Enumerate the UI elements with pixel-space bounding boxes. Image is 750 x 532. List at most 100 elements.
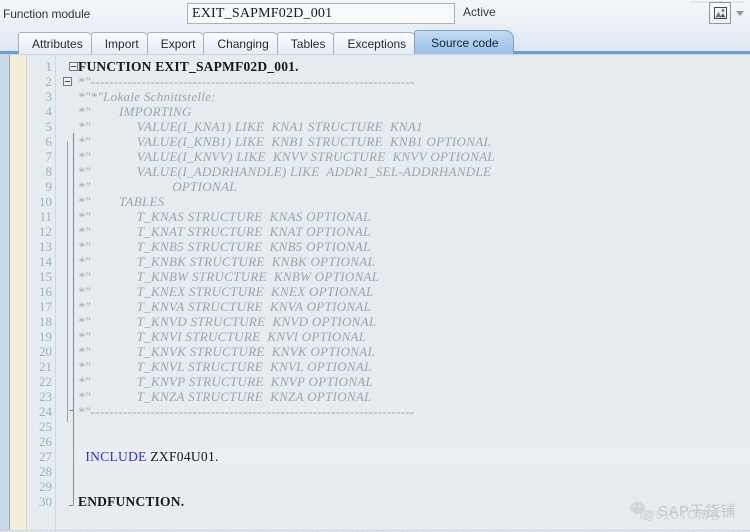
- code-line[interactable]: ENDFUNCTION.: [78, 494, 750, 509]
- line-number-row: 26: [27, 434, 56, 449]
- code-line[interactable]: [78, 434, 750, 449]
- code-line[interactable]: *" IMPORTING: [78, 104, 750, 119]
- code-line[interactable]: [78, 464, 750, 479]
- line-number-row: 16: [27, 284, 56, 299]
- line-number: 24: [39, 404, 52, 419]
- code-line[interactable]: *"--------------------------------------…: [78, 404, 750, 419]
- line-number: 21: [39, 359, 52, 374]
- code-segment-cmt: *"--------------------------------------…: [78, 404, 415, 419]
- code-line[interactable]: *" T_KNBW STRUCTURE KNBW OPTIONAL: [78, 269, 750, 284]
- line-number-row: 27: [27, 449, 56, 464]
- code-line[interactable]: *" T_KNVA STRUCTURE KNVA OPTIONAL: [78, 299, 750, 314]
- line-number-row: 20: [27, 344, 56, 359]
- line-number-row: 15: [27, 269, 56, 284]
- function-module-name-input[interactable]: [187, 3, 455, 24]
- code-line[interactable]: *" T_KNB5 STRUCTURE KNB5 OPTIONAL: [78, 239, 750, 254]
- line-number: 13: [39, 239, 52, 254]
- line-number: 2: [45, 74, 53, 89]
- line-number: 10: [39, 194, 52, 209]
- code-line[interactable]: *" T_KNAS STRUCTURE KNAS OPTIONAL: [78, 209, 750, 224]
- code-line[interactable]: *"--------------------------------------…: [78, 74, 750, 89]
- line-number-row: 21: [27, 359, 56, 374]
- code-line[interactable]: *" T_KNZA STRUCTURE KNZA OPTIONAL: [78, 389, 750, 404]
- fold-toggle-line-1[interactable]: [69, 62, 78, 71]
- fold-toggle-line-2[interactable]: [63, 77, 72, 86]
- line-number: 25: [39, 419, 52, 434]
- code-segment-kw: FUNCTION: [78, 59, 156, 74]
- line-number-row: 5: [27, 119, 56, 134]
- code-segment-cmt: *" T_KNBW STRUCTURE KNBW OPTIONAL: [78, 269, 380, 284]
- line-number: 5: [45, 119, 53, 134]
- fold-end-marker-line-24: [69, 410, 74, 411]
- line-number: 11: [39, 209, 52, 224]
- line-number-row: 24: [27, 404, 56, 419]
- code-line[interactable]: *" VALUE(I_ADDRHANDLE) LIKE ADDR1_SEL-AD…: [78, 164, 750, 179]
- code-line[interactable]: *" T_KNBK STRUCTURE KNBK OPTIONAL: [78, 254, 750, 269]
- code-segment-kw: EXIT_SAPMF02D_001.: [155, 59, 299, 74]
- line-number-row: 12: [27, 224, 56, 239]
- code-segment-cmt: *" T_KNBK STRUCTURE KNBK OPTIONAL: [78, 254, 375, 269]
- code-line[interactable]: *" T_KNAT STRUCTURE KNAT OPTIONAL: [78, 224, 750, 239]
- code-line[interactable]: INCLUDE ZXF04U01.: [78, 449, 750, 464]
- code-line[interactable]: [78, 479, 750, 494]
- code-segment-cmt: *" OPTIONAL: [78, 179, 237, 194]
- code-line[interactable]: FUNCTION EXIT_SAPMF02D_001.: [78, 59, 750, 74]
- tab-exceptions[interactable]: Exceptions: [333, 32, 419, 54]
- editor-breakpoint-margin[interactable]: [10, 55, 27, 532]
- line-number: 18: [39, 314, 52, 329]
- line-number: 1: [45, 59, 53, 74]
- code-segment-kw: ENDFUNCTION.: [78, 494, 185, 509]
- line-number: 30: [39, 494, 52, 509]
- code-line[interactable]: *" VALUE(I_KNB1) LIKE KNB1 STRUCTURE KNB…: [78, 134, 750, 149]
- code-line[interactable]: [78, 419, 750, 434]
- header-toolbar: [709, 2, 744, 24]
- line-number-row: 28: [27, 464, 56, 479]
- code-segment-cmt: *" TABLES: [78, 194, 165, 209]
- tab-attributes[interactable]: Attributes: [18, 32, 95, 54]
- code-line[interactable]: *" T_KNVL STRUCTURE KNVL OPTIONAL: [78, 359, 750, 374]
- line-number-row: 4: [27, 104, 56, 119]
- code-line[interactable]: *" TABLES: [78, 194, 750, 209]
- tab-source-code[interactable]: Source code: [414, 30, 514, 54]
- tab-export[interactable]: Export: [146, 32, 208, 54]
- line-number: 20: [39, 344, 52, 359]
- code-segment-cmt: *" T_KNAT STRUCTURE KNAT OPTIONAL: [78, 224, 371, 239]
- line-number: 3: [45, 89, 53, 104]
- tab-import[interactable]: Import: [90, 32, 151, 54]
- tab-tables[interactable]: Tables: [276, 32, 338, 54]
- code-line[interactable]: *" T_KNVI STRUCTURE KNVI OPTIONAL: [78, 329, 750, 344]
- code-segment-cmt: *" VALUE(I_KNA1) LIKE KNA1 STRUCTURE KNA…: [78, 119, 423, 134]
- code-line[interactable]: *" T_KNEX STRUCTURE KNEX OPTIONAL: [78, 284, 750, 299]
- line-number-row: 17: [27, 299, 56, 314]
- code-segment-cmt: *" T_KNZA STRUCTURE KNZA OPTIONAL: [78, 389, 372, 404]
- code-line[interactable]: *" VALUE(I_KNA1) LIKE KNA1 STRUCTURE KNA…: [78, 119, 750, 134]
- line-number: 4: [45, 104, 53, 119]
- line-number-row: 3: [27, 89, 56, 104]
- line-number-row: 19: [27, 329, 56, 344]
- line-number: 22: [39, 374, 52, 389]
- code-line[interactable]: *" VALUE(I_KNVV) LIKE KNVV STRUCTURE KNV…: [78, 149, 750, 164]
- code-segment-cmt: *" T_KNVA STRUCTURE KNVA OPTIONAL: [78, 299, 372, 314]
- picture-icon-button[interactable]: [709, 2, 731, 24]
- line-number: 14: [39, 254, 52, 269]
- code-segment-inc: INCLUDE: [78, 449, 151, 464]
- code-content-area[interactable]: FUNCTION EXIT_SAPMF02D_001. *"-----------…: [56, 55, 750, 532]
- code-line[interactable]: *" T_KNVD STRUCTURE KNVD OPTIONAL: [78, 314, 750, 329]
- line-number: 6: [45, 134, 53, 149]
- code-line[interactable]: *" T_KNVP STRUCTURE KNVP OPTIONAL: [78, 374, 750, 389]
- line-number-row: 7: [27, 149, 56, 164]
- code-line[interactable]: *" T_KNVK STRUCTURE KNVK OPTIONAL: [78, 344, 750, 359]
- code-segment-cmt: *"*"Lokale Schnittstelle:: [78, 89, 216, 104]
- fold-guide-outer: [73, 133, 74, 505]
- code-line[interactable]: *" OPTIONAL: [78, 179, 750, 194]
- code-folding-column[interactable]: [56, 55, 78, 532]
- line-number-row: 9: [27, 179, 56, 194]
- line-number: 12: [39, 224, 52, 239]
- chevron-down-icon[interactable]: [736, 10, 744, 16]
- line-number: 27: [39, 449, 52, 464]
- line-number: 28: [39, 464, 52, 479]
- line-number-row: 8: [27, 164, 56, 179]
- code-line[interactable]: *"*"Lokale Schnittstelle:: [78, 89, 750, 104]
- line-number: 26: [39, 434, 52, 449]
- tab-changing[interactable]: Changing: [203, 32, 281, 54]
